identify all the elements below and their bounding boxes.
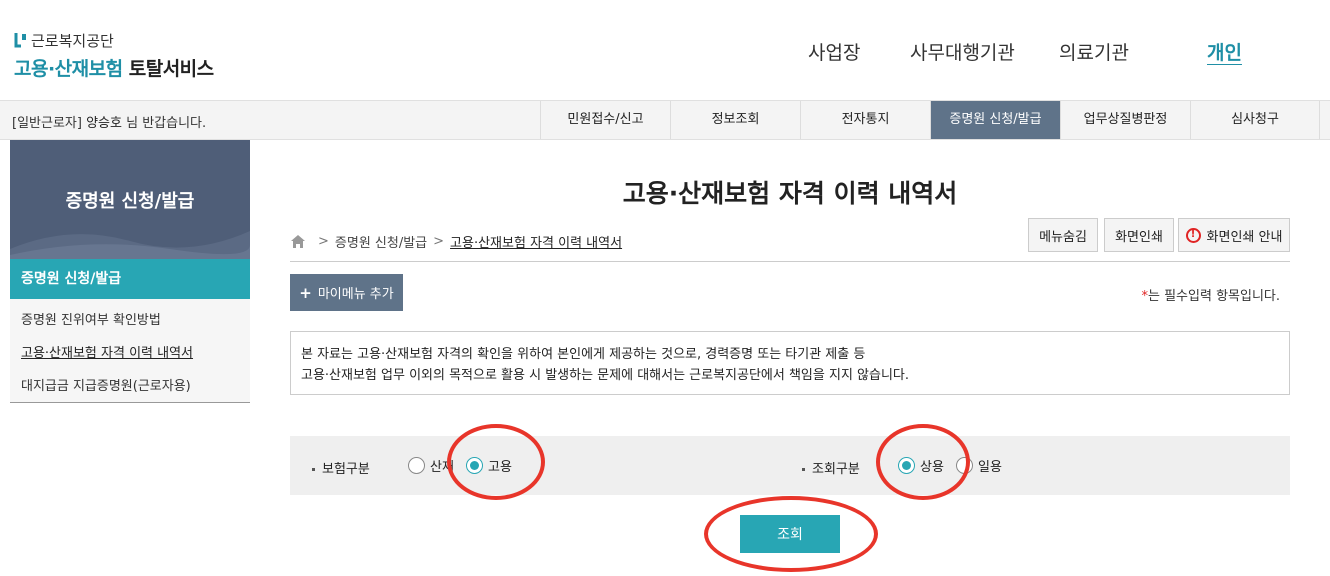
plus-icon: + — [299, 283, 312, 302]
print-guide-label: 화면인쇄 안내 — [1206, 229, 1283, 245]
required-note-text: 는 필수입력 항목입니다. — [1148, 289, 1280, 304]
radio-circle — [408, 457, 425, 474]
home-icon[interactable] — [290, 234, 306, 249]
add-mymenu-button[interactable]: + 마이메뉴 추가 — [290, 274, 403, 311]
notice-line-1: 본 자료는 고용·산재보험 자격의 확인을 위하여 본인에게 제공하는 것으로,… — [301, 347, 866, 362]
required-note: *는 필수입력 항목입니다. — [1142, 285, 1281, 304]
menu-tab-disease[interactable]: 업무상질병판정 — [1060, 101, 1190, 139]
hide-menu-button[interactable]: 메뉴숨김 — [1028, 218, 1098, 252]
breadcrumb: > 증명원 신청/발급 > 고용·산재보험 자격 이력 내역서 — [290, 232, 622, 251]
menu-tab-petition[interactable]: 민원접수/신고 — [540, 101, 670, 139]
logo[interactable]: 근로복지공단 고용·산재보험 토탈서비스 — [14, 30, 214, 81]
radio-industrial-accident[interactable]: 산재 — [408, 456, 454, 475]
radio-circle — [956, 457, 973, 474]
radio-label: 고용 — [488, 460, 512, 475]
radio-regular[interactable]: 상용 — [898, 456, 944, 475]
page-title: 고용·산재보험 자격 이력 내역서 — [622, 179, 958, 208]
top-nav-personal[interactable]: 개인 — [1207, 38, 1242, 65]
sidebar-header: 증명원 신청/발급 — [10, 140, 250, 259]
welcome-message: [일반근로자] 양승호 님 반갑습니다. — [12, 112, 206, 131]
menu-tab-info[interactable]: 정보조회 — [670, 101, 800, 139]
add-mymenu-label: 마이메뉴 추가 — [317, 287, 394, 302]
sidebar-submenu: 증명원 진위여부 확인방법 고용·산재보험 자격 이력 내역서 대지급금 지급증… — [10, 299, 250, 403]
sidebar-item-payment[interactable]: 대지급금 지급증명원(근로자용) — [21, 375, 191, 394]
radio-label: 상용 — [920, 460, 944, 475]
divider — [290, 261, 1290, 262]
sidebar-title: 증명원 신청/발급 — [65, 191, 195, 212]
menu-tab-e-notice[interactable]: 전자통지 — [800, 101, 930, 139]
query-type-label: 조회구분 — [802, 458, 860, 477]
notice-line-2: 고용·산재보험 업무 이외의 목적으로 활용 시 발생하는 문제에 대해서는 근… — [301, 368, 910, 383]
breadcrumb-separator: > — [318, 234, 329, 249]
bullet-icon — [802, 468, 805, 471]
bullet-icon — [312, 468, 315, 471]
sub-menu-bar: [일반근로자] 양승호 님 반갑습니다. 민원접수/신고 정보조회 전자통지 증… — [0, 100, 1330, 140]
service-name-sub: 토탈서비스 — [128, 58, 214, 80]
radio-label: 일용 — [978, 460, 1002, 475]
radio-daily[interactable]: 일용 — [956, 456, 1002, 475]
comwel-logo-icon — [14, 33, 26, 48]
search-button[interactable]: 조회 — [740, 515, 840, 553]
insurance-type-label: 보험구분 — [312, 458, 370, 477]
user-name: 양승호 — [86, 116, 122, 131]
sidebar-item-verify[interactable]: 증명원 진위여부 확인방법 — [21, 309, 161, 328]
menu-tab-certificate[interactable]: 증명원 신청/발급 — [930, 101, 1060, 139]
welcome-suffix: 님 반갑습니다. — [126, 116, 207, 131]
top-nav-medical[interactable]: 의료기관 — [1059, 38, 1129, 65]
alert-icon: ! — [1185, 227, 1201, 243]
filter-box: 보험구분 산재 고용 조회구분 상용 일용 — [290, 436, 1290, 495]
radio-employment[interactable]: 고용 — [466, 456, 512, 475]
query-type-label-text: 조회구분 — [812, 462, 860, 477]
print-button[interactable]: 화면인쇄 — [1104, 218, 1174, 252]
sidebar-item-certificate[interactable]: 증명원 신청/발급 — [10, 259, 250, 299]
notice-box: 본 자료는 고용·산재보험 자격의 확인을 위하여 본인에게 제공하는 것으로,… — [290, 331, 1290, 395]
service-name-main: 고용·산재보험 — [14, 58, 123, 80]
breadcrumb-current[interactable]: 고용·산재보험 자격 이력 내역서 — [450, 232, 622, 251]
top-nav-workplace[interactable]: 사업장 — [808, 38, 860, 65]
org-name: 근로복지공단 — [31, 31, 114, 50]
radio-circle — [466, 457, 483, 474]
user-type: [일반근로자] — [12, 116, 82, 131]
insurance-type-label-text: 보험구분 — [322, 462, 370, 477]
radio-circle — [898, 457, 915, 474]
menu-tab-review[interactable]: 심사청구 — [1190, 101, 1320, 139]
top-nav-agency[interactable]: 사무대행기관 — [910, 38, 1015, 65]
breadcrumb-separator: > — [433, 234, 445, 249]
sidebar-item-history[interactable]: 고용·산재보험 자격 이력 내역서 — [21, 342, 193, 361]
breadcrumb-item[interactable]: 증명원 신청/발급 — [335, 232, 427, 251]
print-guide-button[interactable]: ! 화면인쇄 안내 — [1178, 218, 1290, 252]
radio-label: 산재 — [430, 460, 454, 475]
sidebar-wave-decoration — [10, 231, 250, 259]
